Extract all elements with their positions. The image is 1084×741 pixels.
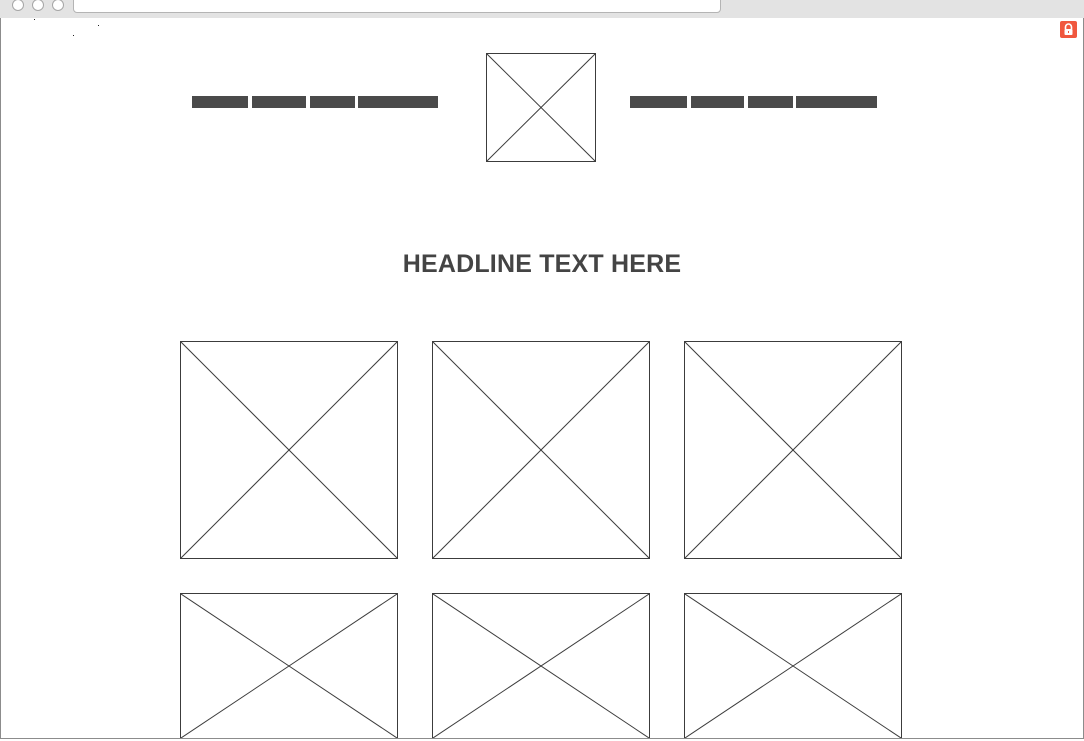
grid-image-4[interactable] xyxy=(180,593,398,738)
image-placeholder-icon xyxy=(487,54,595,161)
page-headline: HEADLINE TEXT HERE xyxy=(402,250,682,278)
minimize-window-button[interactable] xyxy=(32,0,44,11)
speck xyxy=(98,25,99,26)
image-placeholder-icon xyxy=(685,342,901,558)
image-placeholder-icon xyxy=(685,594,901,738)
image-placeholder-icon xyxy=(433,342,649,558)
speck xyxy=(73,35,74,36)
page-viewport: HEADLINE TEXT HERE xyxy=(0,18,1084,739)
grid-image-6[interactable] xyxy=(684,593,902,738)
nav-item-right-3[interactable] xyxy=(748,96,793,108)
nav-item-left-2[interactable] xyxy=(252,96,306,108)
nav-item-left-1[interactable] xyxy=(192,96,248,108)
maximize-window-button[interactable] xyxy=(52,0,64,11)
grid-image-1[interactable] xyxy=(180,341,398,559)
image-placeholder-icon xyxy=(433,594,649,738)
grid-image-3[interactable] xyxy=(684,341,902,559)
image-placeholder-icon xyxy=(181,594,397,738)
image-placeholder-icon xyxy=(181,342,397,558)
speck xyxy=(34,19,35,20)
grid-image-5[interactable] xyxy=(432,593,650,738)
nav-item-right-4[interactable] xyxy=(796,96,877,108)
nav-item-left-4[interactable] xyxy=(358,96,438,108)
address-bar[interactable] xyxy=(73,0,721,13)
lock-icon xyxy=(1064,23,1073,35)
browser-toolbar xyxy=(0,0,1084,19)
nav-item-right-2[interactable] xyxy=(691,96,744,108)
close-window-button[interactable] xyxy=(12,0,24,11)
lock-badge[interactable] xyxy=(1060,21,1077,38)
nav-item-left-3[interactable] xyxy=(310,96,355,108)
nav-item-right-1[interactable] xyxy=(630,96,687,108)
logo[interactable] xyxy=(486,53,596,162)
grid-image-2[interactable] xyxy=(432,341,650,559)
